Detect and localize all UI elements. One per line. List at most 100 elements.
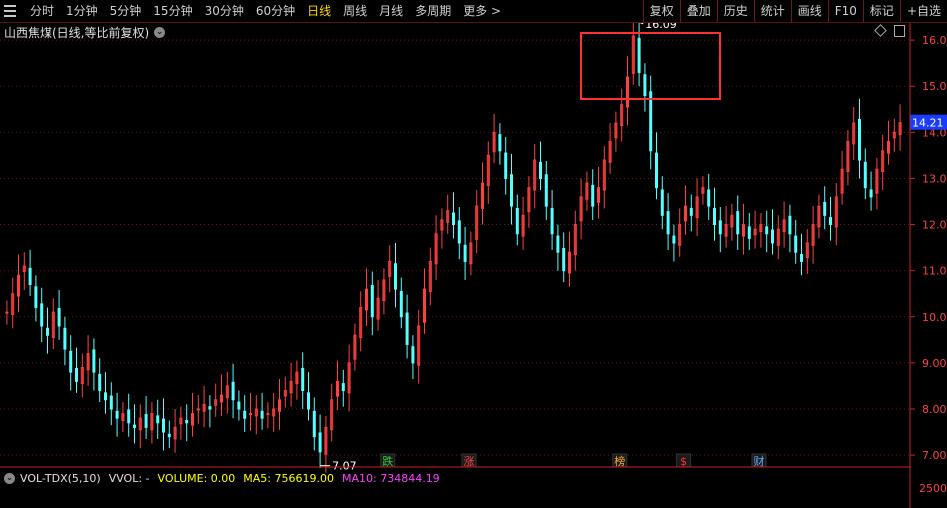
- candle-body: [115, 410, 119, 419]
- stats-button[interactable]: 统计: [753, 0, 791, 22]
- candle-body: [104, 392, 107, 401]
- candle-body: [556, 235, 560, 253]
- event-marker-label: 榜: [614, 454, 625, 468]
- y-tick-label: 11.00: [922, 265, 947, 278]
- candle-body: [718, 220, 722, 235]
- candle-body: [788, 215, 792, 235]
- chart-title: 山西焦煤(日线,等比前复权): [4, 25, 150, 40]
- period-tabs: 分时 1分钟 5分钟 15分钟 30分钟 60分钟 日线 周线 月线 多周期 更…: [24, 0, 507, 22]
- y-tick-label: 10.00: [922, 311, 947, 324]
- candle-body: [452, 212, 455, 226]
- candle-body: [498, 134, 502, 152]
- candle-body: [794, 235, 798, 253]
- y-tick-label: 16.00: [922, 34, 947, 47]
- f10-button[interactable]: F10: [827, 0, 863, 22]
- candle-body: [69, 350, 73, 373]
- candle-body: [562, 248, 566, 272]
- candle-body: [457, 220, 461, 244]
- candle-body: [800, 254, 803, 262]
- y-tick-label: 12.00: [922, 219, 947, 232]
- candle-body: [689, 207, 693, 216]
- tab-fenshi[interactable]: 分时: [24, 0, 60, 22]
- candle-body: [463, 244, 467, 262]
- candle-body: [399, 290, 403, 318]
- candle-body: [765, 226, 769, 235]
- candle-body: [243, 410, 247, 419]
- candle-body: [144, 414, 148, 428]
- add-watchlist-button[interactable]: +自选: [899, 0, 947, 22]
- candle-body: [411, 346, 415, 364]
- candle-body: [544, 174, 548, 207]
- tab-15min[interactable]: 15分钟: [147, 0, 198, 22]
- candle-body: [92, 349, 96, 373]
- candle-body: [307, 392, 310, 410]
- tab-5min[interactable]: 5分钟: [104, 0, 148, 22]
- candle-body: [98, 373, 102, 392]
- ma5-value: MA5: 756619.00: [243, 471, 334, 485]
- candle-body: [231, 381, 235, 401]
- event-marker-label: 财: [754, 454, 765, 468]
- tab-1min[interactable]: 1分钟: [60, 0, 104, 22]
- tab-daily[interactable]: 日线: [301, 0, 337, 22]
- candle-body: [5, 311, 9, 314]
- candle-body: [75, 367, 78, 382]
- menu-icon[interactable]: [4, 5, 16, 17]
- event-markers: 跌 涨 榜 $ 财: [380, 453, 767, 468]
- y-tick-label: 15.00: [922, 80, 947, 93]
- candle-body: [394, 263, 397, 290]
- candle-body: [591, 184, 595, 207]
- candle-body: [196, 408, 200, 411]
- candle-body: [736, 211, 740, 235]
- history-button[interactable]: 历史: [716, 0, 754, 22]
- volume-value: VOLUME: 0.00: [157, 471, 236, 485]
- candle-body: [829, 217, 832, 226]
- mark-button[interactable]: 标记: [862, 0, 900, 22]
- kline-chart[interactable]: 16.0015.0014.0013.0012.0011.0010.009.008…: [0, 0, 947, 508]
- candle-body: [185, 420, 189, 424]
- candle-body: [713, 207, 716, 226]
- candle-body: [167, 433, 171, 438]
- candle-body: [249, 413, 252, 416]
- candle-body: [858, 118, 861, 161]
- chevron-down-icon[interactable]: ⌄: [154, 26, 166, 38]
- chart-title-row: 山西焦煤(日线,等比前复权) ⌄: [4, 24, 166, 40]
- candle-body: [510, 174, 513, 207]
- overlay-button[interactable]: 叠加: [679, 0, 717, 22]
- candle-body: [515, 207, 519, 235]
- candle-body: [266, 413, 270, 416]
- candle-body: [660, 189, 664, 216]
- candle-body: [405, 312, 409, 345]
- candle-body: [666, 211, 670, 235]
- window-icon[interactable]: [894, 25, 905, 37]
- candle-body: [539, 161, 542, 179]
- candle-body: [341, 383, 345, 392]
- tab-60min[interactable]: 60分钟: [250, 0, 301, 22]
- candle-body: [863, 161, 867, 189]
- candle-body: [301, 367, 305, 392]
- fuquan-button[interactable]: 复权: [642, 0, 680, 22]
- tab-30min[interactable]: 30分钟: [199, 0, 250, 22]
- candle-body: [156, 415, 160, 424]
- ma10-value: MA10: 734844.19: [341, 471, 440, 485]
- candle-body: [28, 267, 32, 285]
- candle-body: [649, 91, 653, 152]
- candle-body: [869, 189, 873, 198]
- tab-multi-period[interactable]: 多周期: [409, 0, 457, 22]
- candle-body: [260, 410, 264, 419]
- price-axis: 16.0015.0014.0013.0012.0011.0010.009.008…: [910, 34, 947, 462]
- tab-weekly[interactable]: 周线: [337, 0, 373, 22]
- indicator-name[interactable]: VOL-TDX(5,10): [20, 472, 101, 485]
- tool-buttons: 复权 叠加 历史 统计 画线 F10 标记 +自选: [642, 0, 947, 22]
- candle-body: [643, 74, 647, 96]
- candle-body: [550, 207, 554, 235]
- volume-indicator-row: ⌄ VOL-TDX(5,10) VVOL: - VOLUME: 0.00 MA5…: [4, 471, 448, 485]
- candle-body: [771, 229, 774, 244]
- tab-monthly[interactable]: 月线: [373, 0, 409, 22]
- draw-line-button[interactable]: 画线: [790, 0, 828, 22]
- y-tick-label: 13.00: [922, 172, 947, 185]
- tab-more[interactable]: 更多 >: [457, 0, 507, 22]
- candle-body: [57, 307, 61, 327]
- candle-body: [40, 303, 44, 327]
- candle-body: [655, 152, 658, 189]
- chevron-down-icon[interactable]: ⌄: [4, 472, 15, 484]
